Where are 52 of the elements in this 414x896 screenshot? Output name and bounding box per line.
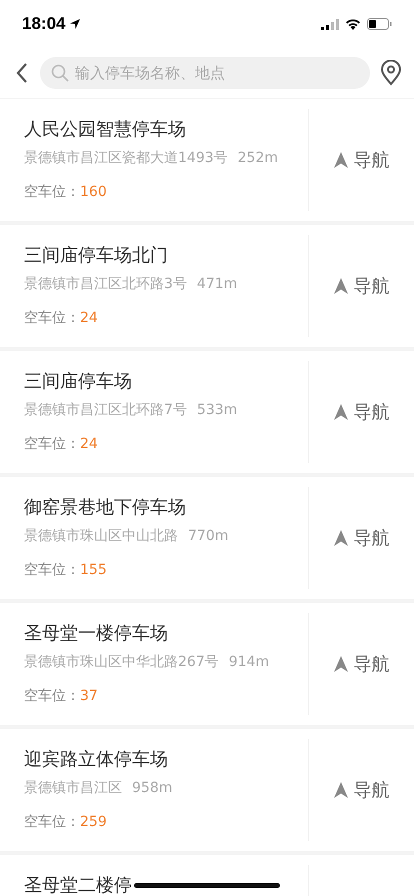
navigation-arrow-icon (334, 404, 348, 420)
free-spaces-label: 空车位： (24, 813, 80, 832)
parking-name: 三间庙停车场 (24, 370, 132, 394)
navigate-button[interactable]: 导航 (330, 648, 394, 680)
search-icon (51, 64, 69, 82)
navigation-arrow-icon (334, 278, 348, 294)
free-spaces-label: 空车位： (24, 687, 80, 706)
parking-address: 景德镇市珠山区中华北路267号 (24, 653, 219, 672)
parking-name: 三间庙停车场北门 (24, 244, 168, 268)
navigate-button[interactable]: 导航 (330, 522, 394, 554)
free-spaces-label: 空车位： (24, 309, 80, 328)
wifi-icon (345, 18, 361, 30)
free-spaces-count: 24 (80, 309, 98, 328)
navigation-arrow-icon (334, 656, 348, 672)
parking-name: 迎宾路立体停车场 (24, 748, 168, 772)
parking-address: 景德镇市昌江区北环路3号 (24, 275, 187, 294)
navigate-button[interactable]: 导航 (330, 270, 394, 302)
navigation-arrow-icon (334, 530, 348, 546)
search-field[interactable]: 输入停车场名称、地点 (40, 57, 370, 89)
status-time: 18:04 (22, 14, 66, 34)
location-pin-button[interactable] (380, 60, 402, 86)
parking-name: 御窑景巷地下停车场 (24, 496, 186, 520)
free-spaces-count: 155 (80, 561, 107, 580)
navigation-arrow-icon (334, 782, 348, 798)
parking-address: 景德镇市珠山区中山北路 (24, 527, 178, 546)
parking-name: 圣母堂二楼停 (24, 874, 132, 896)
parking-address: 景德镇市昌江区北环路7号 (24, 401, 187, 420)
free-spaces-label: 空车位： (24, 183, 80, 202)
navigate-button[interactable]: 导航 (330, 144, 394, 176)
back-button[interactable] (14, 61, 30, 85)
parking-distance: 252m (238, 149, 278, 168)
battery-icon (367, 18, 392, 30)
free-spaces-label: 空车位： (24, 561, 80, 580)
parking-name: 人民公园智慧停车场 (24, 118, 186, 142)
parking-distance: 958m (132, 779, 172, 798)
parking-distance: 533m (196, 401, 238, 420)
free-spaces-count: 37 (80, 687, 98, 706)
parking-address: 景德镇市昌江区瓷都大道1493号 (24, 149, 228, 168)
navigate-button[interactable]: 导航 (330, 396, 394, 428)
parking-address: 景德镇市昌江区 (24, 779, 122, 798)
parking-distance: 770m (188, 527, 228, 546)
free-spaces-count: 24 (80, 435, 98, 454)
parking-distance: 471m (196, 275, 238, 294)
signal-icon (321, 18, 339, 30)
location-arrow-icon (69, 18, 82, 30)
free-spaces-label: 空车位： (24, 435, 80, 454)
navigation-arrow-icon (334, 152, 348, 168)
navigate-button[interactable]: 导航 (330, 774, 394, 806)
free-spaces-count: 259 (80, 813, 107, 832)
free-spaces-count: 160 (80, 183, 107, 202)
parking-distance: 914m (228, 653, 270, 672)
parking-name: 圣母堂一楼停车场 (24, 622, 168, 646)
